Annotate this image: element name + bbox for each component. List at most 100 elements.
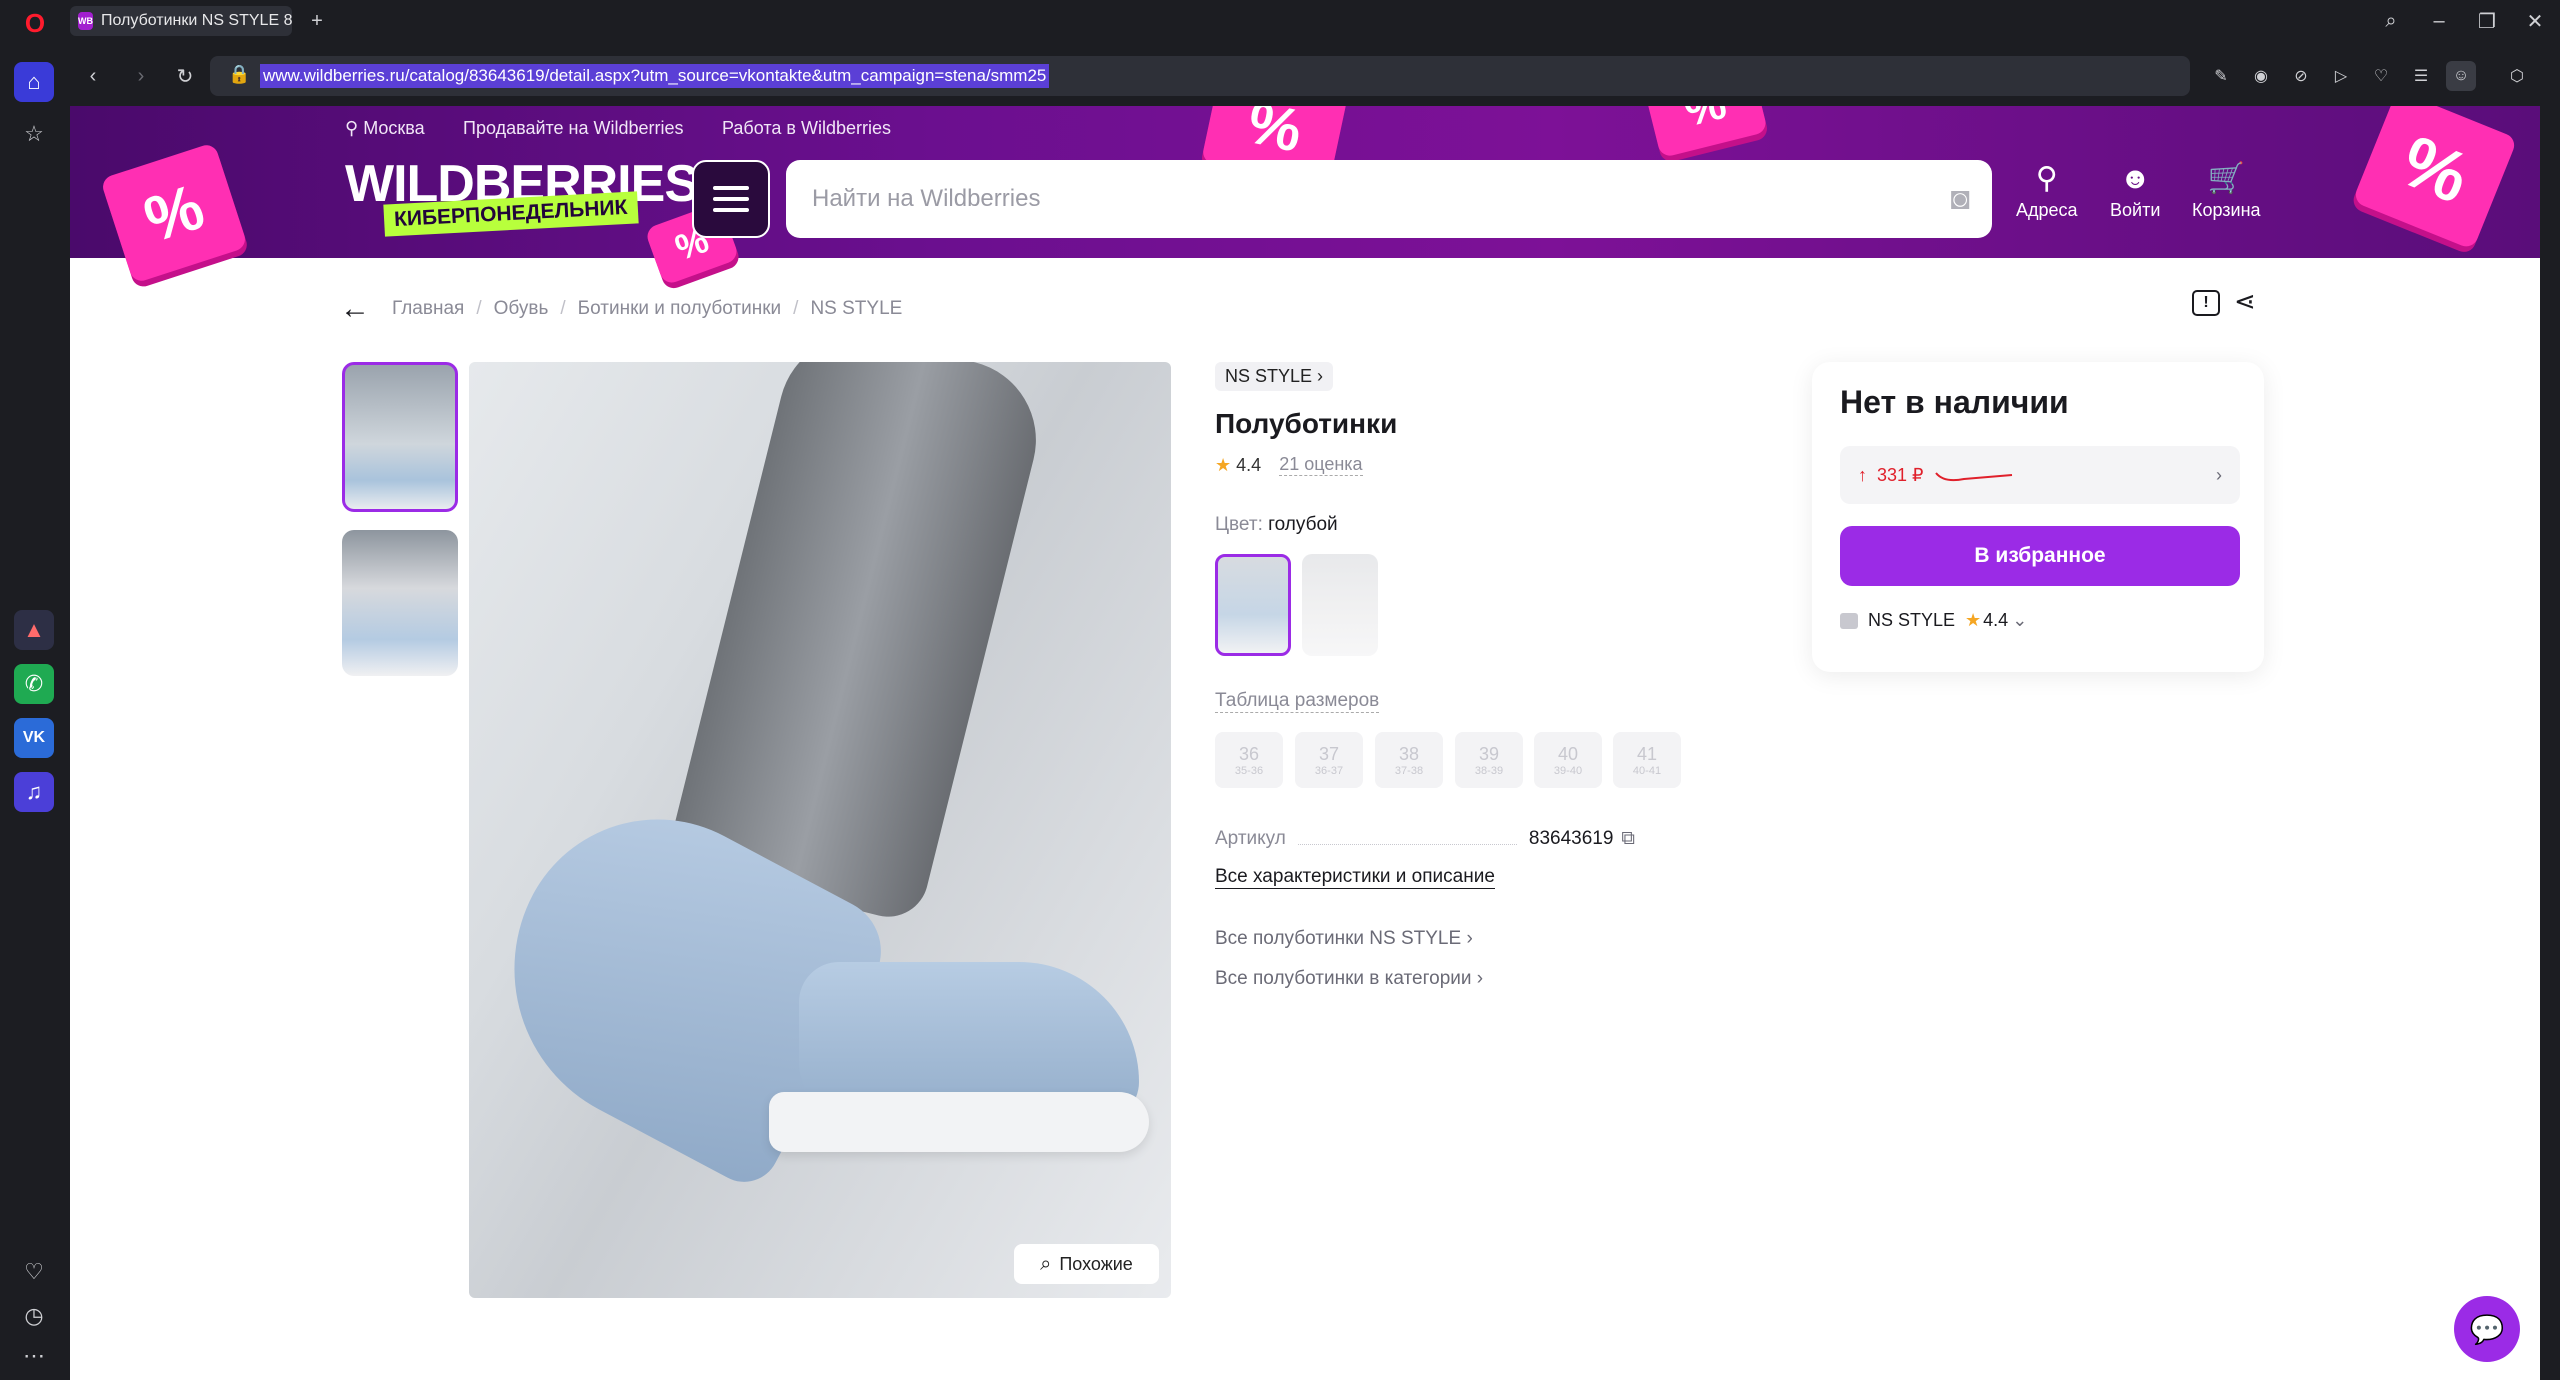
header-banner: % % % % % ⚲ Москва Продавайте на Wildber… [70,106,2540,286]
seller-logo-icon [1840,612,1858,629]
price-trend-line [1934,472,2012,482]
cart-label: Корзина [2192,200,2261,220]
brand-name: NS STYLE [1225,366,1313,386]
chevron-right-icon: › [2216,464,2222,485]
forward-icon[interactable]: › [126,61,156,91]
arrow-up-icon: ↑ [1858,464,1867,485]
menu-button[interactable] [692,160,770,238]
breadcrumb-item[interactable]: NS STYLE [810,298,902,320]
add-to-favorites-button[interactable]: В избранное [1840,526,2240,586]
size-table-link[interactable]: Таблица размеров [1215,690,1380,713]
size-number: 38 [1398,743,1420,764]
tab-bar [70,0,2560,44]
color-swatch-selected[interactable] [1215,554,1291,656]
close-icon[interactable]: ✕ [2520,6,2550,36]
all-specs-link[interactable]: Все характеристики и описание [1215,866,1495,889]
color-swatch[interactable] [1302,554,1378,656]
seller-info[interactable]: NS STYLE ★ 4.4 ⌄ [1840,610,2027,631]
login-button[interactable]: ☻ Войти [2110,164,2160,221]
promo-percent-decoration: % [2352,106,2518,250]
addresses-label: Адреса [2016,200,2078,220]
tab-active[interactable]: WB Полуботинки NS STYLE 8 [70,6,292,36]
size-number: 37 [1318,743,1340,764]
url-field[interactable]: 🔒 www.wildberries.ru/catalog/83643619/de… [210,56,2190,96]
easy-setup-icon[interactable]: ☰ [2406,61,2436,91]
pin-icon: ⚲ [345,118,359,138]
shoe-sole [769,1092,1149,1152]
product-main-image[interactable] [469,362,1171,1298]
cart-button[interactable]: 🛒 Корзина [2192,164,2261,221]
breadcrumb-item[interactable]: Обувь [494,298,549,320]
size-option: 36 35-36 [1215,732,1283,788]
maximize-icon[interactable]: ❐ [2472,6,2502,36]
product-thumbnail[interactable] [342,362,458,512]
whatsapp-icon[interactable]: ✆ [14,664,54,704]
star-icon: ★ [1965,610,1982,630]
brand-chip[interactable]: NS STYLE › [1215,362,1334,391]
browser-sidebar: O ⌂ ☆ ▲ ✆ VK ♫ ♡ ◷ ⋯ [0,0,70,1380]
seller-name: NS STYLE [1868,610,1956,630]
article-row: Артикул 83643619 ⧉ [1215,828,1635,850]
size-ru: 36-37 [1314,764,1344,777]
price-history[interactable]: ↑ 331 ₽ › [1840,446,2240,504]
flow-icon[interactable]: ▷ [2326,61,2356,91]
star-icon: ★ [1215,454,1232,475]
camera-search-icon[interactable]: ◙ [1951,180,1970,217]
size-number: 40 [1557,743,1579,764]
more-icon[interactable]: ⋯ [14,1336,54,1376]
location-pin-icon: ⚲ [2035,162,2058,195]
brand-products-link[interactable]: Все полуботинки NS STYLE › [1215,928,1473,950]
user-icon: ☻ [2119,162,2151,195]
similar-search-icon: ⌕ [1040,1252,1052,1275]
history-icon[interactable]: ◷ [14,1296,54,1336]
size-option: 41 40-41 [1613,732,1681,788]
color-value: голубой [1268,514,1338,535]
aria-icon[interactable]: ▲ [14,610,54,650]
size-ru: 38-39 [1474,764,1504,777]
buy-card: Нет в наличии ↑ 331 ₽ › В избранное NS S… [1812,362,2264,672]
color-line: Цвет: голубой [1215,514,1338,536]
url-text: www.wildberries.ru/catalog/83643619/deta… [260,64,1050,88]
sell-link[interactable]: Продавайте на Wildberries [463,118,684,139]
product-thumbnail[interactable] [342,530,458,676]
share-icon[interactable]: ⋖ [2234,286,2256,317]
search-placeholder: Найти на Wildberries [812,185,1041,212]
vk-icon[interactable]: VK [14,718,54,758]
report-icon[interactable]: ! [2192,290,2220,316]
tab-title: Полуботинки NS STYLE 8 [101,12,292,29]
home-icon[interactable]: ⌂ [14,62,54,102]
category-products-link[interactable]: Все полуботинки в категории › [1215,968,1483,990]
article-value: 83643619 [1528,828,1614,849]
size-number: 39 [1478,743,1500,764]
location-link[interactable]: ⚲ Москва [345,118,425,139]
addresses-button[interactable]: ⚲ Адреса [2016,164,2078,221]
player-icon[interactable]: ♫ [14,772,54,812]
similar-button[interactable]: ⌕ Похожие [1014,1244,1159,1284]
reviews-link[interactable]: 21 оценка [1279,454,1363,476]
favorites-icon[interactable]: ♡ [14,1252,54,1292]
breadcrumb-item[interactable]: Ботинки и полуботинки [578,298,782,320]
edit-page-icon[interactable]: ✎ [2206,61,2236,91]
speed-dial-icon[interactable]: ☆ [14,114,54,154]
snapshot-icon[interactable]: ◉ [2246,61,2276,91]
adblock-icon[interactable]: ⊘ [2286,61,2316,91]
breadcrumb-item[interactable]: Главная [392,298,464,320]
chat-button[interactable]: 💬 [2454,1296,2520,1362]
profile-icon[interactable]: ☺ [2446,61,2476,91]
opera-logo-icon[interactable]: O [20,8,50,38]
back-arrow-icon[interactable]: ← [340,292,370,326]
minimize-icon[interactable]: – [2424,6,2454,36]
brand-products-label: Все полуботинки NS STYLE [1215,928,1462,949]
similar-label: Похожие [1059,1253,1133,1274]
bookmark-heart-icon[interactable]: ♡ [2366,61,2396,91]
extensions-icon[interactable]: ⬡ [2502,61,2532,91]
jobs-link[interactable]: Работа в Wildberries [722,118,891,139]
new-tab-icon[interactable]: + [302,6,332,36]
search-input[interactable]: Найти на Wildberries ◙ [786,160,1992,238]
search-tabs-icon[interactable]: ⌕ [2376,6,2406,36]
back-icon[interactable]: ‹ [78,61,108,91]
copy-icon[interactable]: ⧉ [1621,828,1635,850]
size-ru: 37-38 [1394,764,1424,777]
reload-icon[interactable]: ↻ [170,61,200,91]
login-label: Войти [2110,200,2161,220]
